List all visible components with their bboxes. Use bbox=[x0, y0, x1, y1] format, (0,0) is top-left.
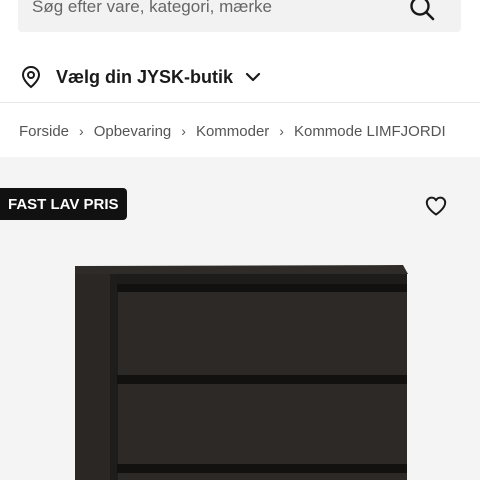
divider bbox=[0, 102, 480, 103]
search-icon[interactable] bbox=[409, 0, 435, 21]
chevron-down-icon bbox=[245, 72, 261, 82]
product-image-gallery[interactable]: FAST LAV PRIS bbox=[0, 157, 480, 480]
breadcrumb: Forside › Opbevaring › Kommoder › Kommod… bbox=[19, 120, 446, 142]
breadcrumb-item-forside[interactable]: Forside bbox=[19, 123, 69, 140]
product-image bbox=[75, 265, 408, 480]
search-input[interactable]: Søg efter vare, kategori, mærke bbox=[32, 0, 272, 17]
chevron-right-icon: › bbox=[181, 123, 186, 139]
store-selector-label: Vælg din JYSK-butik bbox=[56, 66, 234, 87]
heart-icon[interactable] bbox=[425, 196, 447, 216]
location-pin-icon bbox=[21, 65, 41, 89]
chevron-right-icon: › bbox=[279, 123, 284, 139]
store-selector[interactable]: Vælg din JYSK-butik bbox=[20, 62, 460, 92]
price-badge: FAST LAV PRIS bbox=[0, 188, 127, 220]
chevron-right-icon: › bbox=[79, 123, 84, 139]
breadcrumb-item-kommoder[interactable]: Kommoder bbox=[196, 123, 269, 140]
breadcrumb-item-opbevaring[interactable]: Opbevaring bbox=[94, 123, 172, 140]
search-bar[interactable]: Søg efter vare, kategori, mærke bbox=[18, 0, 461, 32]
breadcrumb-item-current[interactable]: Kommode LIMFJORDI bbox=[294, 123, 446, 140]
